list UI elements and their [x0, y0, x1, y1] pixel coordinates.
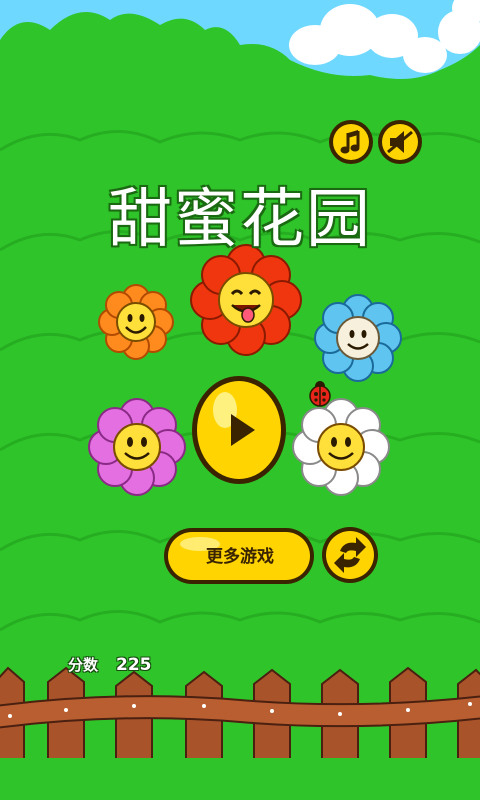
score-display: 分数 225 — [68, 654, 152, 675]
flower-white — [292, 398, 390, 496]
sound-button[interactable] — [378, 120, 422, 164]
play-button[interactable] — [192, 376, 286, 484]
score-value: 225 — [116, 655, 152, 675]
flower-red — [190, 244, 302, 356]
flower-orange — [98, 284, 174, 360]
music-button[interactable] — [329, 120, 373, 164]
game-title: 甜蜜花园 — [108, 183, 372, 257]
switch-button[interactable] — [322, 527, 378, 583]
score-label: 分数 — [68, 656, 99, 674]
game-scene — [0, 0, 480, 800]
more-games-label[interactable]: 更多游戏 — [168, 534, 312, 580]
flower-blue — [314, 294, 402, 382]
flower-purple — [88, 398, 186, 496]
